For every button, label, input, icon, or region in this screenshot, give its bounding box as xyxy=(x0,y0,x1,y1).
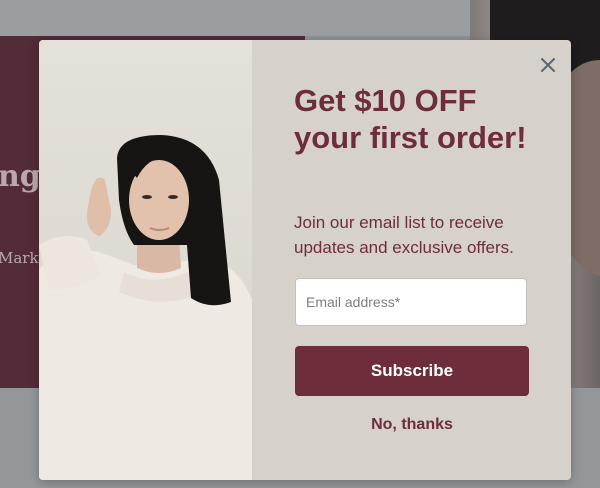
popup-title: Get $10 OFF your first order! xyxy=(294,83,527,155)
newsletter-popup: Get $10 OFF your first order! Join our e… xyxy=(39,40,571,480)
popup-description: Join our email list to receive updates a… xyxy=(294,213,514,257)
popup-model-photo xyxy=(39,40,252,480)
email-input[interactable] xyxy=(295,278,527,326)
background-hero-title: ng xyxy=(0,159,41,194)
no-thanks-link[interactable]: No, thanks xyxy=(295,416,529,434)
close-button[interactable] xyxy=(536,53,560,77)
close-icon xyxy=(541,58,555,72)
subscribe-button[interactable]: Subscribe xyxy=(295,346,529,396)
